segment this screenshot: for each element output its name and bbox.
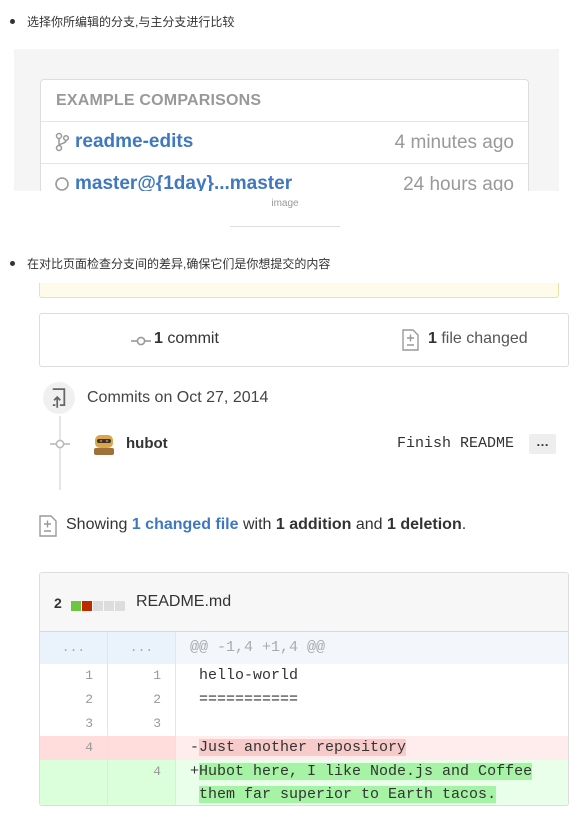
- diffstat-neutral-block: [93, 601, 103, 611]
- diff-change-count: 2: [54, 595, 62, 611]
- changed-files-link[interactable]: 1 changed file: [132, 516, 239, 533]
- compare-summary-bar: 1 commit 1 file changed: [39, 313, 569, 367]
- diff-stats-summary: Showing 1 changed file with 1 addition a…: [66, 516, 466, 534]
- showing-prefix: Showing: [66, 516, 132, 533]
- repo-push-icon: [41, 380, 77, 416]
- new-line-number[interactable]: 4: [108, 760, 176, 784]
- diffstat-deleted-block: [82, 601, 92, 611]
- new-line-number[interactable]: 3: [108, 712, 176, 736]
- diff-prefix: [190, 691, 199, 708]
- commit-author[interactable]: hubot: [126, 435, 168, 452]
- diff-code: ===========: [199, 691, 299, 708]
- showing-suffix: .: [461, 516, 467, 533]
- new-line-number[interactable]: [108, 736, 176, 760]
- new-line-number: [108, 784, 176, 805]
- hubot-avatar[interactable]: [92, 433, 116, 455]
- branch-link[interactable]: readme-edits: [75, 131, 193, 153]
- diff-prefix: [190, 667, 199, 684]
- file-diff-icon: [402, 329, 419, 351]
- commit-icon: [50, 439, 70, 449]
- diff-prefix: [190, 715, 199, 732]
- diff-prefix: -: [190, 739, 200, 756]
- old-line-number[interactable]: 2: [40, 688, 108, 712]
- file-label: file changed: [441, 330, 528, 347]
- new-line-number[interactable]: 2: [108, 688, 176, 712]
- commit-message[interactable]: Finish README: [397, 435, 514, 452]
- file-count: 1: [428, 330, 437, 347]
- flash-banner: [39, 283, 559, 298]
- repo-push-glyph: [52, 388, 66, 408]
- diff-prefix: +: [190, 763, 200, 780]
- diff-file-header: 2 README.md: [40, 573, 568, 632]
- old-line-number[interactable]: 3: [40, 712, 108, 736]
- history-icon: [55, 177, 69, 191]
- commits-tab[interactable]: 1 commit: [154, 330, 219, 348]
- diff-code: them far superior to Earth tacos.: [199, 786, 497, 803]
- showing-mid: and: [351, 516, 388, 533]
- diff-line-context: 1 1 hello-world: [40, 664, 568, 688]
- diff-line-deletion: 4 -Just another repository: [40, 736, 568, 760]
- diffstat-neutral-block: [115, 601, 125, 611]
- commit-icon: [131, 336, 151, 346]
- new-line-number[interactable]: 1: [108, 664, 176, 688]
- hunk-header-row: ... ... @@ -1,4 +1,4 @@: [40, 632, 568, 664]
- old-line-number[interactable]: 1: [40, 664, 108, 688]
- diff-filename[interactable]: README.md: [136, 593, 231, 611]
- comparison-row[interactable]: readme-edits 4 minutes ago: [41, 122, 528, 164]
- bullet-item: 选择你所编辑的分支,与主分支进行比较: [10, 13, 234, 30]
- expand-commit-button[interactable]: …: [529, 434, 556, 454]
- diff-line-context: 3 3: [40, 712, 568, 736]
- comparison-screenshot: EXAMPLE COMPARISONS readme-edits 4 minut…: [14, 49, 559, 191]
- comparison-row[interactable]: master@{1day}...master 24 hours ago: [41, 164, 528, 191]
- branch-link[interactable]: master@{1day}...master: [75, 173, 292, 191]
- diff-prefix: [190, 786, 199, 803]
- diff-line-addition: 4 +Hubot here, I like Node.js and Coffee: [40, 760, 568, 784]
- commits-date-heading: Commits on Oct 27, 2014: [87, 389, 269, 406]
- diff-code: Just another repository: [199, 739, 407, 756]
- diffstat-blocks: [71, 598, 126, 616]
- diffstat-added-block: [71, 601, 81, 611]
- example-comparisons-box: EXAMPLE COMPARISONS readme-edits 4 minut…: [40, 79, 529, 191]
- expand-lines-old[interactable]: ...: [40, 632, 108, 664]
- bullet-dot: [10, 19, 15, 24]
- old-line-number[interactable]: 4: [40, 736, 108, 760]
- branch-icon: [55, 132, 69, 152]
- old-line-number[interactable]: [40, 760, 108, 784]
- hunk-header: @@ -1,4 +1,4 @@: [190, 639, 326, 656]
- diff-line-addition-wrap: them far superior to Earth tacos.: [40, 784, 568, 805]
- diff-line-context: 2 2 ===========: [40, 688, 568, 712]
- additions-count: 1 addition: [275, 516, 352, 533]
- old-line-number: [40, 784, 108, 805]
- bullet-text: 选择你所编辑的分支,与主分支进行比较: [27, 15, 235, 29]
- bullet-dot: [10, 261, 15, 266]
- commit-label: commit: [167, 330, 219, 347]
- bullet-item: 在对比页面检查分支间的差异,确保它们是你想提交的内容: [10, 255, 330, 272]
- diff-code: Hubot here, I like Node.js and Coffee: [199, 763, 533, 780]
- caption-divider: [230, 226, 340, 227]
- file-diff: 2 README.md ... ... @@ -1,4 +1,4 @@ 1 1 …: [39, 572, 569, 806]
- diffstat-neutral-block: [104, 601, 114, 611]
- image-caption: image: [271, 198, 299, 209]
- file-diff-icon: [39, 515, 57, 537]
- showing-mid: with: [238, 516, 276, 533]
- expand-lines-new[interactable]: ...: [108, 632, 176, 664]
- bullet-text: 在对比页面检查分支间的差异,确保它们是你想提交的内容: [27, 257, 331, 271]
- comparison-time: 4 minutes ago: [394, 132, 514, 153]
- comparison-time: 24 hours ago: [403, 174, 514, 191]
- commit-count: 1: [154, 330, 163, 347]
- diff-code: hello-world: [199, 667, 299, 684]
- example-comparisons-header: EXAMPLE COMPARISONS: [41, 80, 528, 122]
- files-changed-tab[interactable]: 1 file changed: [428, 330, 528, 348]
- deletions-count: 1 deletion: [387, 516, 462, 533]
